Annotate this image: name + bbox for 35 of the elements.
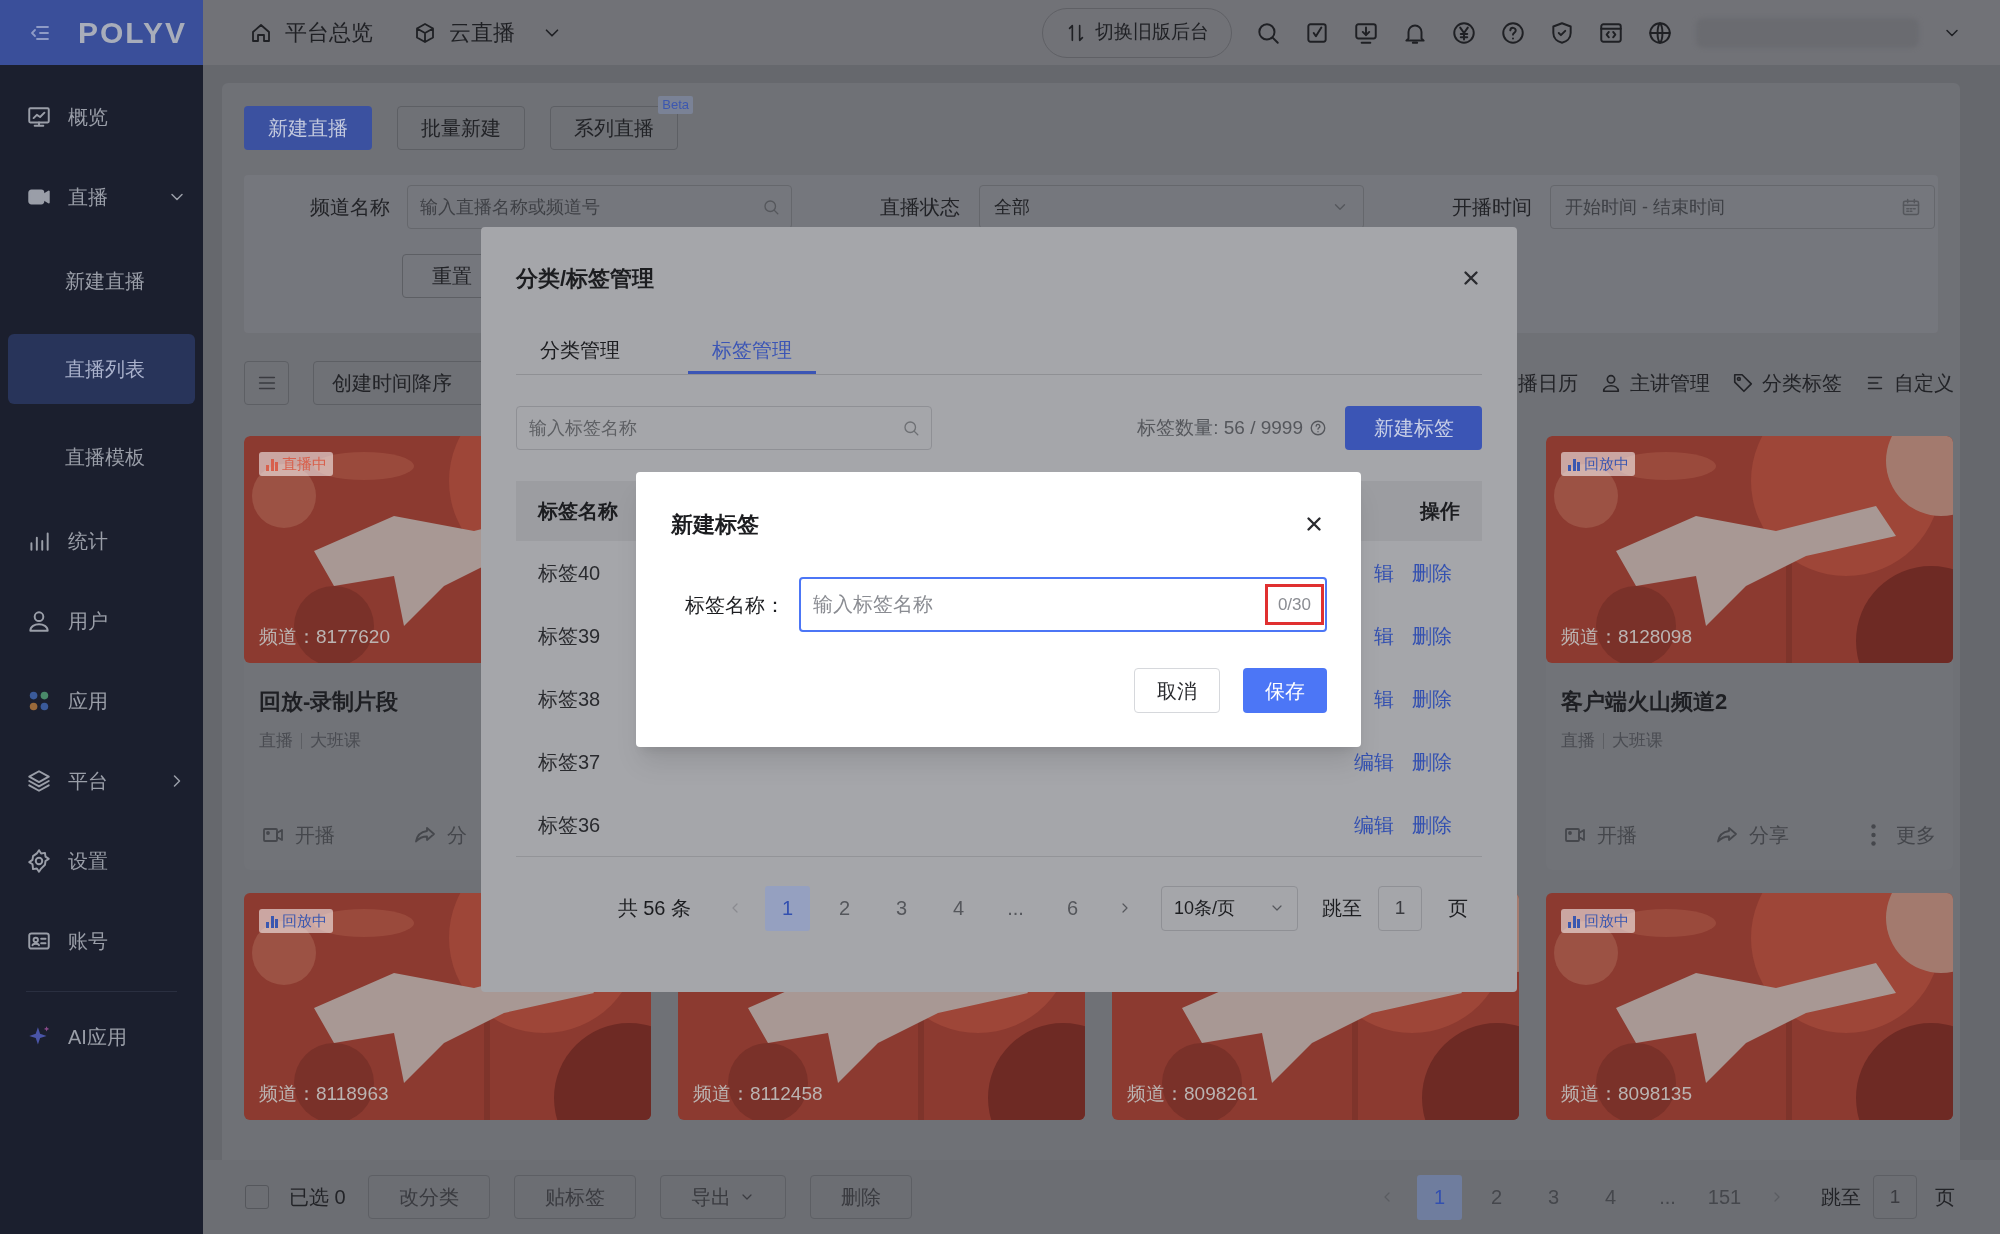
jump-label: 跳至 bbox=[1821, 1185, 1861, 1210]
jump-label: 跳至 bbox=[1322, 896, 1362, 921]
table-cell-text: 标签39 bbox=[538, 623, 601, 649]
field-label: 直播状态 bbox=[879, 195, 960, 220]
character-counter: 0/30 bbox=[1264, 584, 1324, 625]
channel-id: 频道：8098261 bbox=[1127, 1081, 1258, 1106]
status-badge: 回放中 bbox=[1561, 909, 1635, 933]
selected-count: 已选 0 bbox=[289, 1185, 346, 1210]
modal-title: 分类/标签管理 bbox=[516, 264, 655, 293]
status-badge: 回放中 bbox=[1561, 452, 1635, 476]
table-cell-text: 标签37 bbox=[538, 749, 601, 775]
table-cell-text: 标签38 bbox=[538, 686, 601, 712]
field-label: 标签名称： bbox=[684, 592, 785, 618]
field-label: 频道名称 bbox=[309, 195, 390, 220]
status-badge: 直播中 bbox=[259, 452, 333, 476]
channel-id: 频道：8112458 bbox=[693, 1081, 823, 1106]
table-cell-text: 标签36 bbox=[538, 812, 601, 838]
page-unit: 页 bbox=[1448, 896, 1468, 921]
beta-badge: Beta bbox=[658, 96, 693, 114]
tag-count: 标签数量: 56 / 9999 bbox=[1137, 415, 1303, 440]
channel-id: 频道：8128098 bbox=[1561, 624, 1692, 649]
channel-id: 频道：8177620 bbox=[259, 624, 390, 649]
channel-id: 频道：8098135 bbox=[1561, 1081, 1692, 1106]
page-unit: 页 bbox=[1935, 1185, 1955, 1210]
status-badge: 回放中 bbox=[259, 909, 333, 933]
card-title: 客户端火山频道2 bbox=[1561, 688, 1728, 716]
card-title: 回放-录制片段 bbox=[259, 688, 399, 716]
total-count: 共 56 条 bbox=[617, 896, 691, 921]
field-label: 开播时间 bbox=[1451, 195, 1532, 220]
dialog-title: 新建标签 bbox=[671, 510, 759, 539]
column-header: 标签名称 bbox=[538, 499, 618, 524]
logo: POLYV bbox=[78, 15, 187, 51]
channel-id: 频道：8118963 bbox=[259, 1081, 389, 1106]
table-cell-text: 标签40 bbox=[538, 560, 601, 586]
column-header: 操作 bbox=[1420, 499, 1460, 524]
